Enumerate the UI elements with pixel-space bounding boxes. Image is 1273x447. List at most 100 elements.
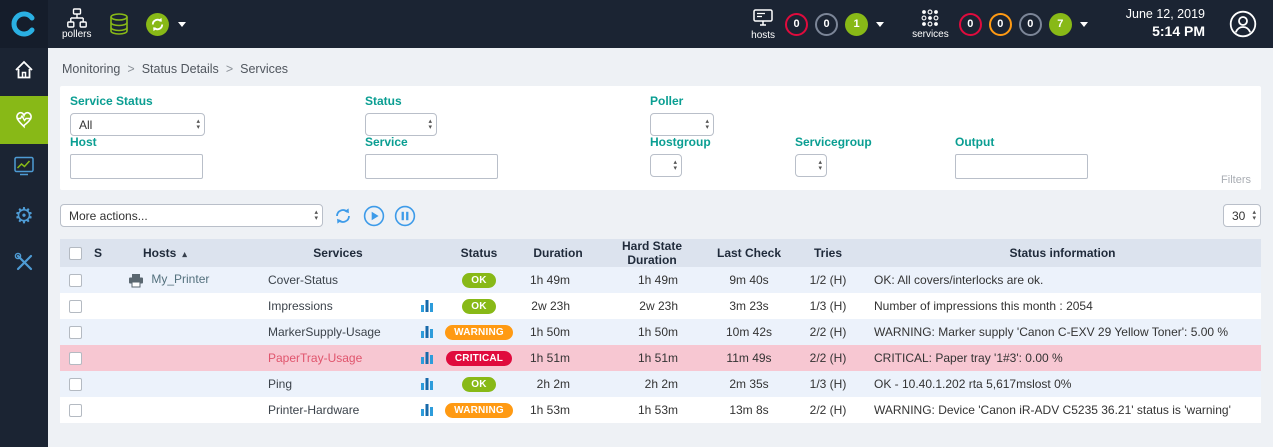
service-link[interactable]: MarkerSupply-Usage	[268, 325, 381, 339]
table-row[interactable]: Ping OK 2h 2m 2h 2m 2m 35s 1/3 (H) OK - …	[60, 371, 1261, 397]
sidebar-item-reporting[interactable]	[0, 144, 48, 192]
pause-button[interactable]	[394, 205, 416, 227]
select-all-checkbox[interactable]	[69, 247, 82, 260]
tries-cell: 1/2 (H)	[792, 267, 864, 293]
service-link[interactable]: Impressions	[268, 299, 333, 313]
service-input[interactable]	[365, 154, 498, 179]
table-row[interactable]: My_Printer Cover-Status OK 1h 49m 1h 49m…	[60, 267, 1261, 293]
row-checkbox[interactable]	[69, 352, 82, 365]
sidebar-item-home[interactable]	[0, 48, 48, 96]
services-menu[interactable]: services	[912, 8, 949, 40]
printer-icon	[128, 273, 144, 288]
host-input[interactable]	[70, 154, 203, 179]
breadcrumb-separator: >	[127, 62, 134, 76]
select-arrows-icon: ▴▾	[814, 160, 826, 172]
service-status-value: All	[79, 118, 92, 132]
col-header-hosts[interactable]: Hosts▴	[116, 239, 262, 267]
duration-cell: 2h 2m	[518, 371, 598, 397]
poller-label: Poller	[650, 94, 714, 108]
col-header-hard-state-duration[interactable]: Hard State Duration	[598, 239, 706, 267]
page-size-select[interactable]: 30 ▴▾	[1223, 204, 1261, 227]
breadcrumb-services[interactable]: Services	[240, 62, 288, 76]
database-icon[interactable]	[109, 13, 129, 35]
hostgroup-select[interactable]: ▴▾	[650, 154, 682, 177]
graph-icon[interactable]	[420, 377, 434, 391]
poller-select[interactable]: ▴▾	[650, 113, 714, 136]
row-checkbox[interactable]	[69, 378, 82, 391]
more-actions-select[interactable]: More actions... ▴▾	[60, 204, 323, 227]
last-check-cell: 9m 40s	[706, 267, 792, 293]
pollers-menu[interactable]: pollers	[62, 8, 91, 40]
tools-icon	[13, 251, 35, 278]
sidebar-item-configuration[interactable]: ⚙	[0, 192, 48, 240]
hosts-unreachable-badge[interactable]: 0	[815, 13, 838, 36]
row-checkbox[interactable]	[69, 404, 82, 417]
sidebar-item-monitoring[interactable]	[0, 96, 48, 144]
services-critical-badge[interactable]: 0	[959, 13, 982, 36]
graph-icon[interactable]	[420, 351, 434, 365]
chevron-down-icon[interactable]	[178, 22, 186, 27]
breadcrumb-separator: >	[226, 62, 233, 76]
status-information-cell: CRITICAL: Paper tray '1#3': 0.00 %	[864, 345, 1261, 371]
clock: June 12, 2019 5:14 PM	[1126, 7, 1205, 40]
services-label: services	[912, 29, 949, 40]
duration-cell: 2w 23h	[518, 293, 598, 319]
select-arrows-icon: ▴▾	[669, 160, 681, 172]
breadcrumb-monitoring[interactable]: Monitoring	[62, 62, 120, 76]
table-header-row: S Hosts▴ Services Status Duration Hard S…	[60, 239, 1261, 267]
row-checkbox[interactable]	[69, 274, 82, 287]
duration-cell: 1h 50m	[518, 319, 598, 345]
col-header-duration[interactable]: Duration	[518, 239, 598, 267]
service-status-select[interactable]: All ▴▾	[70, 113, 205, 136]
play-button[interactable]	[363, 205, 385, 227]
row-checkbox[interactable]	[69, 300, 82, 313]
col-header-s[interactable]: S	[90, 239, 116, 267]
graph-icon[interactable]	[420, 403, 434, 417]
status-select[interactable]: ▴▾	[365, 113, 437, 136]
service-link[interactable]: PaperTray-Usage	[268, 351, 362, 365]
output-input[interactable]	[955, 154, 1088, 179]
service-link[interactable]: Printer-Hardware	[268, 403, 359, 417]
refresh-button[interactable]	[332, 205, 354, 227]
servicegroup-select[interactable]: ▴▾	[795, 154, 827, 177]
host-link[interactable]: My_Printer	[151, 272, 209, 286]
graph-icon[interactable]	[420, 325, 434, 339]
last-check-cell: 10m 42s	[706, 319, 792, 345]
pollers-icon	[67, 8, 87, 28]
last-check-cell: 2m 35s	[706, 371, 792, 397]
hosts-down-badge[interactable]: 0	[785, 13, 808, 36]
services-warning-badge[interactable]: 0	[989, 13, 1012, 36]
tries-cell: 1/3 (H)	[792, 293, 864, 319]
user-profile-icon[interactable]	[1229, 10, 1257, 38]
table-row[interactable]: PaperTray-Usage CRITICAL 1h 51m 1h 51m 1…	[60, 345, 1261, 371]
table-row[interactable]: Impressions OK 2w 23h 2w 23h 3m 23s 1/3 …	[60, 293, 1261, 319]
hard-state-duration-cell: 2h 2m	[598, 371, 706, 397]
hosts-header-label: Hosts	[143, 246, 176, 260]
hosts-up-badge[interactable]: 1	[845, 13, 868, 36]
sidebar-item-administration[interactable]	[0, 240, 48, 288]
row-checkbox[interactable]	[69, 326, 82, 339]
graph-icon[interactable]	[420, 299, 434, 313]
breadcrumb-status-details[interactable]: Status Details	[142, 62, 219, 76]
service-link[interactable]: Cover-Status	[268, 273, 338, 287]
services-ok-badge[interactable]: 7	[1049, 13, 1072, 36]
services-badges: 0 0 0 7	[959, 13, 1072, 36]
col-header-status-information[interactable]: Status information	[864, 239, 1261, 267]
services-icon	[920, 8, 940, 28]
services-chevron-down-icon[interactable]	[1080, 22, 1088, 27]
status-badge: CRITICAL	[446, 351, 512, 366]
col-header-tries[interactable]: Tries	[792, 239, 864, 267]
col-header-status[interactable]: Status	[440, 239, 518, 267]
services-unknown-badge[interactable]: 0	[1019, 13, 1042, 36]
hosts-menu[interactable]: hosts	[751, 7, 775, 41]
table-row[interactable]: MarkerSupply-Usage WARNING 1h 50m 1h 50m…	[60, 319, 1261, 345]
select-arrows-icon: ▴▾	[424, 119, 436, 131]
col-header-services[interactable]: Services	[262, 239, 414, 267]
sync-status-icon[interactable]	[145, 12, 170, 37]
col-header-last-check[interactable]: Last Check	[706, 239, 792, 267]
duration-cell: 1h 51m	[518, 345, 598, 371]
hosts-chevron-down-icon[interactable]	[876, 22, 884, 27]
service-link[interactable]: Ping	[268, 377, 292, 391]
table-row[interactable]: Printer-Hardware WARNING 1h 53m 1h 53m 1…	[60, 397, 1261, 423]
centreon-logo[interactable]	[0, 0, 48, 48]
